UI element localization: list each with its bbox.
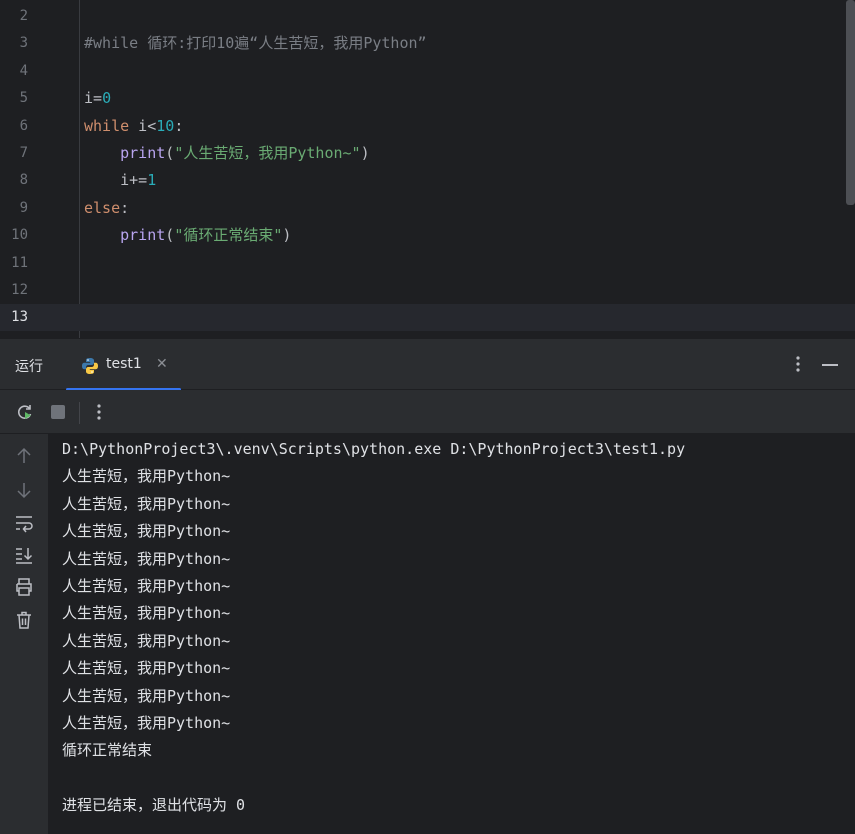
output-line: 人生苦短，我用Python~ xyxy=(62,686,231,705)
output-line: 人生苦短，我用Python~ xyxy=(62,577,231,595)
print-icon[interactable] xyxy=(14,577,34,597)
code-token: : xyxy=(174,116,184,135)
rerun-icon[interactable] xyxy=(15,402,35,422)
code-token: print xyxy=(120,226,166,245)
code-line[interactable]: 8 i+=1 xyxy=(0,167,855,194)
toolbar-separator xyxy=(79,402,80,424)
code-line[interactable]: 12 xyxy=(0,277,855,304)
code-line[interactable]: 10 print("循环正常结束") xyxy=(0,222,855,249)
code-token: 10 xyxy=(156,116,175,135)
code-token: while xyxy=(84,116,130,135)
code-token: ) xyxy=(360,144,370,162)
options-menu-icon[interactable] xyxy=(790,354,806,374)
line-number: 13 xyxy=(11,309,28,326)
code-line[interactable]: 11 xyxy=(0,250,855,277)
code-token: i= xyxy=(84,89,103,108)
code-token: 1 xyxy=(147,171,157,190)
scroll-down-icon[interactable] xyxy=(14,480,34,500)
output-line: 人生苦短，我用Python~ xyxy=(62,604,231,623)
more-options-icon[interactable] xyxy=(89,402,109,422)
command-line: D:\PythonProject3\.venv\Scripts\python.e… xyxy=(62,440,686,458)
python-icon xyxy=(82,358,98,374)
soft-wrap-icon[interactable] xyxy=(14,513,34,533)
line-number: 12 xyxy=(11,282,28,298)
code-token: i+= xyxy=(84,171,148,190)
code-token: i< xyxy=(129,116,157,135)
code-token: ( xyxy=(165,226,175,245)
code-line[interactable]: 4 xyxy=(0,58,855,85)
line-number: 11 xyxy=(11,254,28,271)
run-tool-window-header: 运行 test1 ✕ xyxy=(0,338,855,391)
close-tab-icon[interactable]: ✕ xyxy=(156,356,168,372)
code-line[interactable]: 6 while i<10: xyxy=(0,113,855,140)
line-number: 5 xyxy=(19,90,28,107)
code-token: print xyxy=(120,144,166,162)
code-editor[interactable]: 2 3 #while 循环:打印10遍“人生苦短，我用Python” 4 5 i=0 6 wh… xyxy=(0,0,855,338)
line-number: 6 xyxy=(19,117,28,134)
code-line[interactable]: 5 i=0 xyxy=(0,85,855,112)
code-text: i=0 xyxy=(84,85,111,112)
scroll-up-icon[interactable] xyxy=(14,446,34,466)
output-line: 人生苦短，我用Python~ xyxy=(62,714,231,732)
tab-label: test1 xyxy=(106,356,142,372)
line-number: 4 xyxy=(19,62,28,79)
line-number: 2 xyxy=(19,8,28,24)
code-token: #while 循环:打印10遍“人生苦短，我用Python” xyxy=(84,34,427,53)
editor-scrollbar[interactable] xyxy=(846,0,855,205)
output-line: 进程已结束，退出代码为 0 xyxy=(62,796,246,815)
code-text: while i<10: xyxy=(84,113,183,140)
console-sidebar xyxy=(0,434,48,834)
code-token: "人生苦短，我用Python~" xyxy=(174,144,361,162)
minimize-icon[interactable] xyxy=(822,364,838,366)
line-number: 10 xyxy=(11,227,28,244)
code-text: else: xyxy=(84,195,129,222)
code-token: else xyxy=(84,198,121,217)
line-number: 8 xyxy=(19,172,28,189)
run-panel-title: 运行 xyxy=(15,359,43,375)
line-number: 7 xyxy=(19,145,28,161)
code-token: ( xyxy=(165,144,175,162)
clear-icon[interactable] xyxy=(14,610,34,630)
console-output[interactable]: D:\PythonProject3\.venv\Scripts\python.e… xyxy=(48,434,855,834)
output-line: 人生苦短，我用Python~ xyxy=(62,494,231,513)
code-line[interactable]: 7 print("人生苦短，我用Python~") xyxy=(0,140,855,167)
output-line: 循环正常结束 xyxy=(62,741,153,760)
code-token: 0 xyxy=(102,89,112,108)
code-line[interactable]: 2 xyxy=(0,3,855,30)
output-line: 人生苦短，我用Python~ xyxy=(62,631,231,650)
tab-test1[interactable]: test1 ✕ xyxy=(66,339,181,391)
code-text: print("人生苦短，我用Python~") xyxy=(84,140,370,167)
run-toolbar xyxy=(0,390,855,434)
code-text: #while 循环:打印10遍“人生苦短，我用Python” xyxy=(84,30,427,57)
code-line[interactable]: 13 xyxy=(0,304,855,332)
output-line: 人生苦短，我用Python~ xyxy=(62,549,231,568)
stop-icon[interactable] xyxy=(48,402,68,422)
code-token: ) xyxy=(282,226,292,245)
scroll-to-end-icon[interactable] xyxy=(14,545,34,565)
output-line: 人生苦短，我用Python~ xyxy=(62,467,231,486)
code-line[interactable]: 3 #while 循环:打印10遍“人生苦短，我用Python” xyxy=(0,30,855,57)
code-text: i+=1 xyxy=(84,167,156,194)
code-token: : xyxy=(120,198,130,217)
line-number: 9 xyxy=(19,199,28,216)
output-line: 人生苦短，我用Python~ xyxy=(62,659,231,678)
line-number: 3 xyxy=(19,35,28,52)
code-text: print("循环正常结束") xyxy=(84,222,291,249)
output-line: 人生苦短，我用Python~ xyxy=(62,522,231,541)
code-line[interactable]: 9 else: xyxy=(0,195,855,222)
code-token: "循环正常结束" xyxy=(174,226,283,245)
